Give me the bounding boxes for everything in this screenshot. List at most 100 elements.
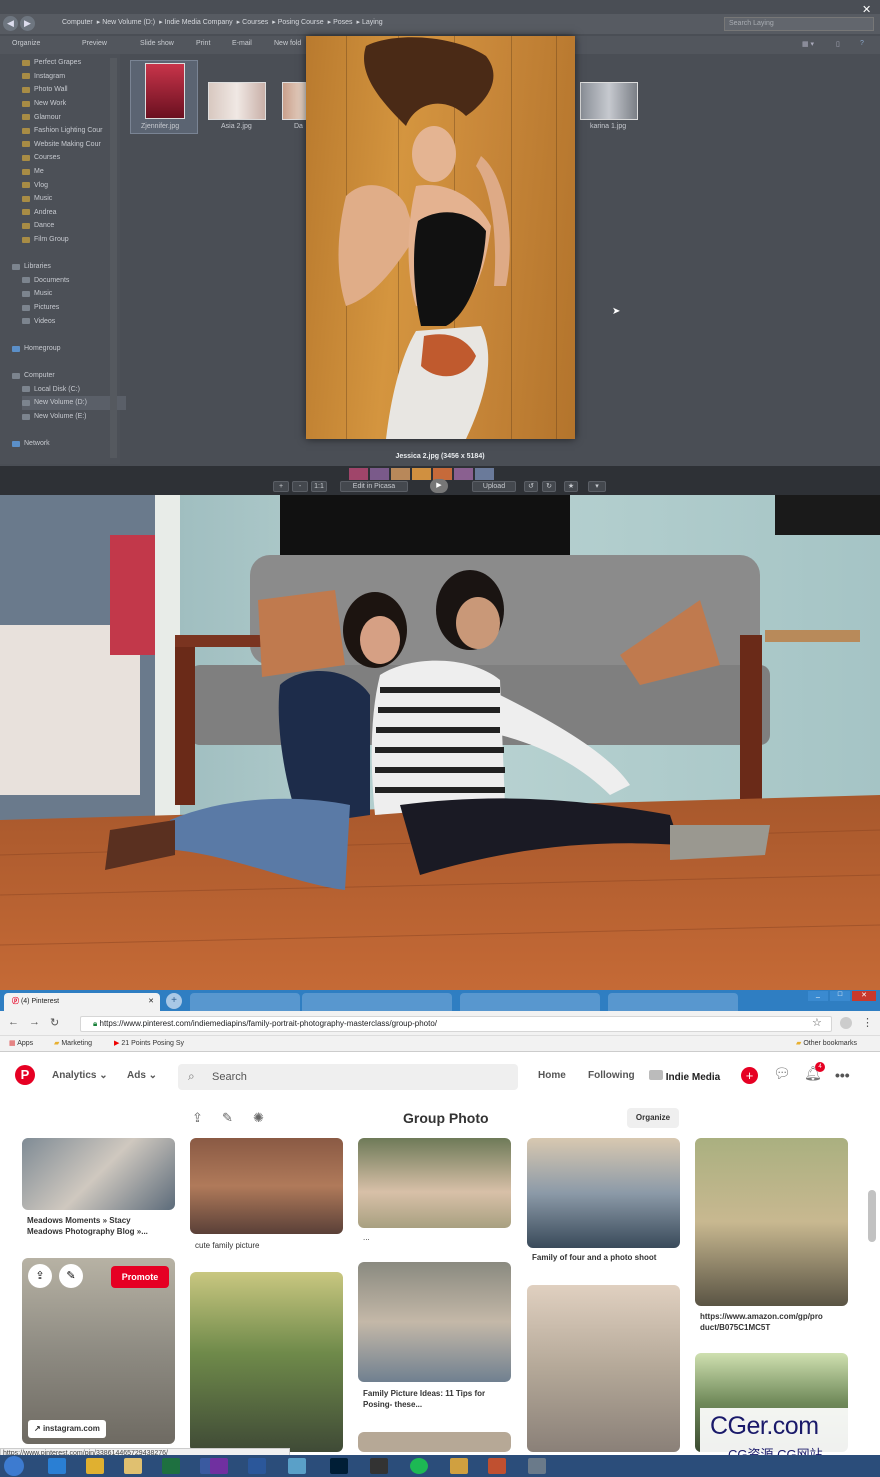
video-editor-icon[interactable] xyxy=(370,1458,388,1474)
filmstrip-thumb[interactable] xyxy=(391,468,410,480)
more-options-icon[interactable]: ▾ xyxy=(588,481,606,492)
more-menu-icon[interactable]: ••• xyxy=(835,1067,850,1083)
following-link[interactable]: Following xyxy=(588,1070,635,1081)
zoom-out-button[interactable]: - xyxy=(292,481,308,492)
spotify-icon[interactable] xyxy=(410,1458,428,1474)
pin-caption[interactable]: ... xyxy=(363,1233,370,1243)
bookmark-apps[interactable]: ▦ Apps xyxy=(9,1039,33,1047)
sidebar-item-folder[interactable]: Vlog xyxy=(22,178,48,192)
sidebar-item-libraries[interactable]: Libraries xyxy=(12,260,51,274)
pin-image[interactable] xyxy=(358,1138,511,1228)
bookmark-marketing[interactable]: ▰ Marketing xyxy=(54,1039,92,1047)
star-icon[interactable]: ★ xyxy=(564,481,578,492)
sidebar-item-folder[interactable]: Photo Wall xyxy=(22,83,68,97)
pin-image[interactable] xyxy=(527,1285,680,1452)
close-icon[interactable]: ✕ xyxy=(862,3,871,16)
chrome-menu-icon[interactable]: ⋮ xyxy=(862,1016,873,1029)
rotate-left-icon[interactable]: ↺ xyxy=(524,481,538,492)
edit-icon[interactable]: ✎ xyxy=(222,1110,233,1126)
pin-caption[interactable]: Posing- these... xyxy=(363,1400,422,1410)
search-input[interactable]: Search Laying xyxy=(724,17,874,31)
file-item[interactable]: Asia 2.jpg xyxy=(204,60,272,134)
new-folder-button[interactable]: New fold xyxy=(274,40,301,47)
window-close-icon[interactable]: ✕ xyxy=(852,991,876,1001)
sidebar-item-homegroup[interactable]: Homegroup xyxy=(12,342,61,356)
reload-icon[interactable]: ↻ xyxy=(50,1016,59,1029)
pin-caption[interactable]: Family of four and a photo shoot xyxy=(532,1253,656,1263)
app-icon[interactable] xyxy=(288,1458,306,1474)
pin-caption[interactable]: Meadows Moments » Stacy xyxy=(27,1216,131,1226)
word-icon[interactable] xyxy=(248,1458,266,1474)
pin-caption[interactable]: cute family picture xyxy=(195,1241,259,1251)
sidebar-item-drive[interactable]: Local Disk (C:) xyxy=(22,383,80,397)
pin-caption[interactable]: https://www.amazon.com/gp/pro xyxy=(700,1312,823,1322)
source-link[interactable]: ↗ instagram.com xyxy=(28,1420,106,1438)
organize-menu[interactable]: Organize xyxy=(12,40,40,47)
tab-background[interactable] xyxy=(190,993,300,1011)
pin-image-hovered[interactable]: ⇪ ✎ Promote ↗ instagram.com xyxy=(22,1258,175,1444)
zoom-in-button[interactable]: + xyxy=(273,481,289,492)
sidebar-item-network[interactable]: Network xyxy=(12,437,50,451)
pin-image[interactable] xyxy=(190,1138,343,1234)
forward-icon[interactable]: ▶ xyxy=(20,16,35,31)
chrome-icon[interactable] xyxy=(86,1458,104,1474)
onenote-icon[interactable] xyxy=(210,1458,228,1474)
back-icon[interactable]: ◀ xyxy=(3,16,18,31)
app-icon[interactable] xyxy=(450,1458,468,1474)
home-link[interactable]: Home xyxy=(538,1070,566,1081)
tab-background[interactable] xyxy=(302,993,452,1011)
rotate-right-icon[interactable]: ↻ xyxy=(542,481,556,492)
email-button[interactable]: E-mail xyxy=(232,40,252,47)
messages-icon[interactable]: 💬︎ xyxy=(773,1065,791,1082)
sidebar-item-folder[interactable]: Website Making Cour xyxy=(22,138,101,152)
breadcrumb-item[interactable]: Courses xyxy=(242,19,268,26)
tab-background[interactable] xyxy=(608,993,738,1011)
slideshow-button[interactable]: Slide show xyxy=(140,40,174,47)
filmstrip-thumb[interactable] xyxy=(370,468,389,480)
add-pin-icon[interactable]: + xyxy=(741,1067,758,1084)
tab-close-icon[interactable]: ✕ xyxy=(148,993,154,1011)
pin-image[interactable] xyxy=(695,1138,848,1306)
sidebar-item-folder[interactable]: Film Group xyxy=(22,233,69,247)
profile-link[interactable]: Indie Media xyxy=(649,1070,720,1083)
sidebar-item-folder[interactable]: Courses xyxy=(22,151,60,165)
tab-background[interactable] xyxy=(460,993,600,1011)
pin-image[interactable] xyxy=(190,1272,343,1452)
sidebar-scrollbar[interactable] xyxy=(110,58,117,458)
preview-menu[interactable]: Preview xyxy=(82,40,107,47)
breadcrumb-item[interactable]: Computer xyxy=(62,19,93,26)
actual-size-button[interactable]: 1:1 xyxy=(311,481,327,492)
internet-explorer-icon[interactable] xyxy=(48,1458,66,1474)
sidebar-item-folder[interactable]: Andrea xyxy=(22,206,57,220)
organize-button[interactable]: Organize xyxy=(627,1108,679,1128)
pin-image[interactable] xyxy=(527,1138,680,1248)
breadcrumb-item[interactable]: Poses xyxy=(333,19,352,26)
tab-pinterest[interactable]: ⓟ (4) Pinterest ✕ xyxy=(4,993,160,1011)
sidebar-item-folder[interactable]: Fashion Lighting Cour xyxy=(22,124,103,138)
view-options-icon[interactable]: ▦ ▾ xyxy=(802,40,814,48)
pin-caption[interactable]: Meadows Photography Blog »... xyxy=(27,1227,148,1237)
sidebar-item-library[interactable]: Music xyxy=(22,287,52,301)
sidebar-item-folder[interactable]: Music xyxy=(22,192,52,206)
upload-button[interactable]: Upload xyxy=(472,481,516,492)
sidebar-item-library[interactable]: Pictures xyxy=(22,301,59,315)
back-icon[interactable]: ← xyxy=(8,1016,19,1028)
photoshop-icon[interactable] xyxy=(330,1458,348,1474)
sidebar-item-folder[interactable]: Dance xyxy=(22,219,54,233)
promote-button[interactable]: Promote xyxy=(111,1266,169,1288)
edit-in-picasa-button[interactable]: Edit in Picasa xyxy=(340,481,408,492)
pin-image[interactable] xyxy=(358,1262,511,1382)
breadcrumb[interactable]: Computer ▸ New Volume (D:) ▸ Indie Media C… xyxy=(62,18,387,26)
file-item[interactable]: Da xyxy=(280,60,306,134)
url-bar[interactable]: 🔒︎ https://www.pinterest.com/indiemediap… xyxy=(80,1016,832,1032)
minimize-icon[interactable]: _ xyxy=(808,991,828,1001)
file-item[interactable]: karina 1.jpg xyxy=(576,60,644,134)
breadcrumb-item[interactable]: Laying xyxy=(362,19,383,26)
analytics-menu[interactable]: Analytics ⌄ xyxy=(52,1070,108,1081)
forward-icon[interactable]: → xyxy=(29,1016,40,1028)
maximize-icon[interactable]: □ xyxy=(830,991,850,1001)
new-tab-button[interactable]: + xyxy=(166,993,182,1009)
filmstrip-thumb[interactable] xyxy=(412,468,431,480)
filmstrip-thumb[interactable] xyxy=(475,468,494,480)
app-icon[interactable] xyxy=(488,1458,506,1474)
